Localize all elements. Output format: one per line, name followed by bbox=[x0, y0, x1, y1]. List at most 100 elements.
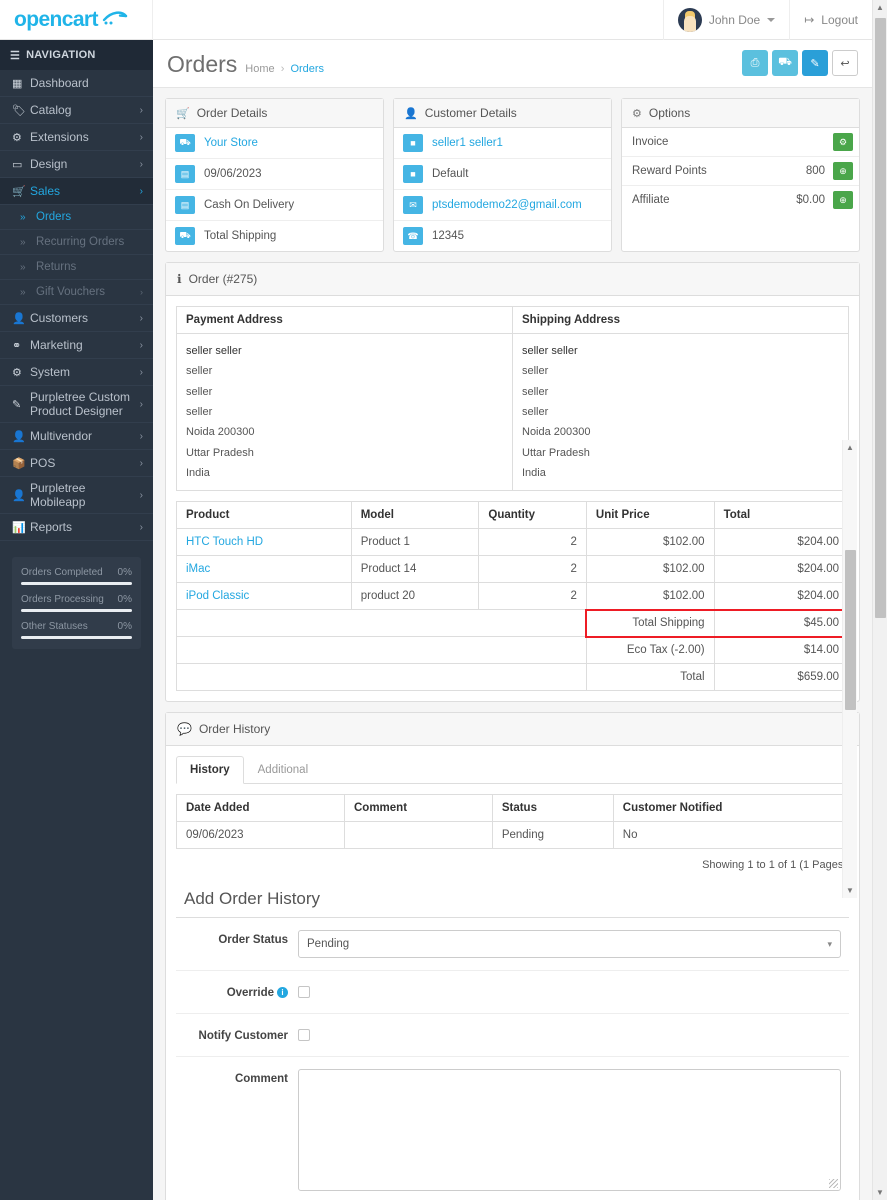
model-cell: Product 14 bbox=[350, 555, 480, 584]
sidebar-item-label: System bbox=[30, 365, 71, 379]
breadcrumb-separator: › bbox=[280, 62, 285, 75]
history-tabs: History Additional bbox=[176, 756, 849, 785]
product-row: iMac Product 14 2 $102.00 $204.00 bbox=[176, 555, 850, 584]
order-status-row: Order Status Pending ▾ bbox=[176, 918, 849, 972]
sidebar-subitem-orders[interactable]: » Orders bbox=[0, 205, 153, 230]
logout-button[interactable]: ↦ Logout bbox=[789, 0, 872, 40]
address-line: Noida 200300 bbox=[522, 426, 591, 439]
top-bar: opencart John Doe ↦ Logout bbox=[0, 0, 872, 40]
history-date-cell: 09/06/2023 bbox=[176, 821, 345, 850]
page-scroll-down-icon[interactable]: ▼ bbox=[873, 1185, 887, 1200]
history-column-header: Customer Notified bbox=[612, 794, 850, 823]
order-detail-value: Cash On Delivery bbox=[204, 199, 295, 211]
plus-circle-icon[interactable]: ⊕ bbox=[833, 162, 853, 180]
inner-scrollbar-thumb[interactable] bbox=[845, 550, 856, 710]
sidebar-item-customers[interactable]: 👤 Customers › bbox=[0, 305, 153, 332]
pencil-icon: ✎ bbox=[12, 398, 22, 411]
order-history-title: Order History bbox=[198, 722, 271, 737]
page-scrollbar-thumb[interactable] bbox=[875, 18, 886, 618]
order-panel-title: Order (#275) bbox=[188, 272, 258, 286]
print-invoice-button[interactable]: ⎙ bbox=[742, 50, 768, 76]
customer-detail-value[interactable]: seller1 seller1 bbox=[432, 137, 503, 149]
gear-icon: ⚙ bbox=[12, 366, 22, 379]
address-line: seller seller bbox=[186, 345, 242, 357]
sidebar-item-dashboard[interactable]: ▦ Dashboard bbox=[0, 70, 153, 97]
customer-detail-row: ✉ ptsdemodemo22@gmail.com bbox=[394, 190, 611, 221]
sidebar-item-marketing[interactable]: ⚭ Marketing › bbox=[0, 332, 153, 359]
comment-row: Comment bbox=[176, 1057, 849, 1200]
order-detail-value[interactable]: Your Store bbox=[204, 137, 258, 149]
tab-additional[interactable]: Additional bbox=[244, 756, 323, 784]
edit-button[interactable]: ✎ bbox=[802, 50, 828, 76]
product-link[interactable]: iPod Classic bbox=[186, 590, 249, 602]
calendar-icon: ▤ bbox=[175, 165, 195, 183]
inner-scrollbar[interactable]: ▲ ▼ bbox=[842, 440, 857, 898]
user-menu[interactable]: John Doe bbox=[662, 0, 789, 40]
order-status-select[interactable]: Pending ▾ bbox=[298, 930, 841, 959]
plus-circle-icon[interactable]: ⊕ bbox=[833, 191, 853, 209]
print-shipping-list-button[interactable]: ⛟ bbox=[772, 50, 798, 76]
summary-panels: 🛒 Order Details ⛟ Your Store ▤ 09/06/2023 ▤ C… bbox=[165, 98, 860, 262]
product-link[interactable]: iMac bbox=[186, 563, 210, 575]
back-button[interactable]: ↩ bbox=[832, 50, 858, 76]
override-label: Override i bbox=[176, 983, 298, 999]
product-link[interactable]: HTC Touch HD bbox=[186, 536, 263, 548]
breadcrumb-orders[interactable]: Orders bbox=[290, 63, 324, 75]
history-column-header: Status bbox=[491, 794, 614, 823]
comment-textarea[interactable] bbox=[298, 1069, 841, 1192]
sidebar-item-multivendor[interactable]: 👤 Multivendor › bbox=[0, 423, 153, 450]
customer-detail-value[interactable]: ptsdemodemo22@gmail.com bbox=[432, 199, 582, 211]
order-total-value: $14.00 bbox=[713, 636, 850, 665]
breadcrumb-home[interactable]: Home bbox=[245, 63, 274, 75]
sidebar-item-purpletree-mobileapp[interactable]: 👤 Purpletree Mobileapp › bbox=[0, 477, 153, 514]
sidebar-item-design[interactable]: ▭ Design › bbox=[0, 151, 153, 178]
sidebar-item-sales[interactable]: 🛒 Sales › bbox=[0, 178, 153, 205]
products-table: Product Model Quantity Unit Price Total HTC … bbox=[176, 501, 850, 692]
stat-label: Orders Completed bbox=[21, 567, 103, 578]
address-cell: seller seller seller seller seller Noida 200… bbox=[176, 332, 513, 492]
scroll-up-icon[interactable]: ▲ bbox=[843, 440, 857, 455]
sidebar-item-system[interactable]: ⚙ System › bbox=[0, 359, 153, 386]
pagination-info: Showing 1 to 1 of 1 (1 Pages) bbox=[702, 859, 847, 872]
page-scrollbar[interactable]: ▲ ▼ bbox=[872, 0, 887, 1200]
sidebar-item-extensions[interactable]: ⚙ Extensions › bbox=[0, 124, 153, 151]
history-status-cell: Pending bbox=[491, 821, 614, 850]
sidebar-item-catalog[interactable]: 🏷 Catalog › bbox=[0, 97, 153, 124]
cart-icon: 🛒 bbox=[12, 185, 26, 198]
chevron-right-icon: » bbox=[20, 211, 26, 223]
options-title: Options bbox=[648, 106, 691, 120]
sidebar-item-pos[interactable]: 📦 POS › bbox=[0, 450, 153, 477]
sidebar-subitem-label: Recurring Orders bbox=[36, 236, 125, 248]
sidebar-item-purpletree-custom-product-designer[interactable]: ✎ Purpletree Custom Product Designer › bbox=[0, 386, 153, 423]
notify-customer-checkbox[interactable] bbox=[298, 1029, 310, 1042]
customer-details-panel: 👤 Customer Details ■ seller1 seller1 ■ Defa… bbox=[393, 98, 612, 252]
user-name: John Doe bbox=[708, 12, 761, 27]
tab-history[interactable]: History bbox=[176, 756, 244, 785]
comment-icon: 💬 bbox=[177, 722, 192, 737]
sidebar-item-reports[interactable]: 📊 Reports › bbox=[0, 514, 153, 541]
nav-header-label: NAVIGATION bbox=[26, 49, 96, 61]
sidebar-subitem-gift-vouchers[interactable]: » Gift Vouchers › bbox=[0, 280, 153, 305]
sidebar-subitem-returns[interactable]: » Returns bbox=[0, 255, 153, 280]
override-checkbox[interactable] bbox=[298, 986, 310, 999]
chevron-right-icon: › bbox=[139, 339, 143, 351]
order-status-label: Order Status bbox=[218, 934, 288, 947]
page-scroll-up-icon[interactable]: ▲ bbox=[873, 0, 887, 15]
sidebar-subitem-label: Returns bbox=[36, 261, 77, 273]
option-label: Affiliate bbox=[632, 194, 670, 206]
address-line: Noida 200300 bbox=[186, 426, 255, 439]
pencil-icon: ✎ bbox=[810, 57, 820, 70]
chevron-right-icon: › bbox=[139, 185, 143, 197]
scroll-down-icon[interactable]: ▼ bbox=[843, 883, 857, 898]
customer-detail-row: ☎ 12345 bbox=[394, 221, 611, 251]
monitor-icon: ▭ bbox=[12, 158, 23, 171]
order-total-row: Total Shipping $45.00 bbox=[176, 609, 850, 638]
stat-label: Orders Processing bbox=[21, 594, 104, 605]
gear-icon[interactable]: ⚙ bbox=[833, 133, 853, 151]
info-icon[interactable]: i bbox=[277, 987, 288, 999]
order-history-panel: 💬 Order History History Additional Date A… bbox=[165, 712, 860, 1200]
chevron-right-icon: › bbox=[139, 457, 143, 469]
sidebar-subitem-recurring-orders[interactable]: » Recurring Orders bbox=[0, 230, 153, 255]
brand-logo[interactable]: opencart bbox=[0, 0, 153, 40]
chevron-right-icon: › bbox=[139, 489, 143, 501]
